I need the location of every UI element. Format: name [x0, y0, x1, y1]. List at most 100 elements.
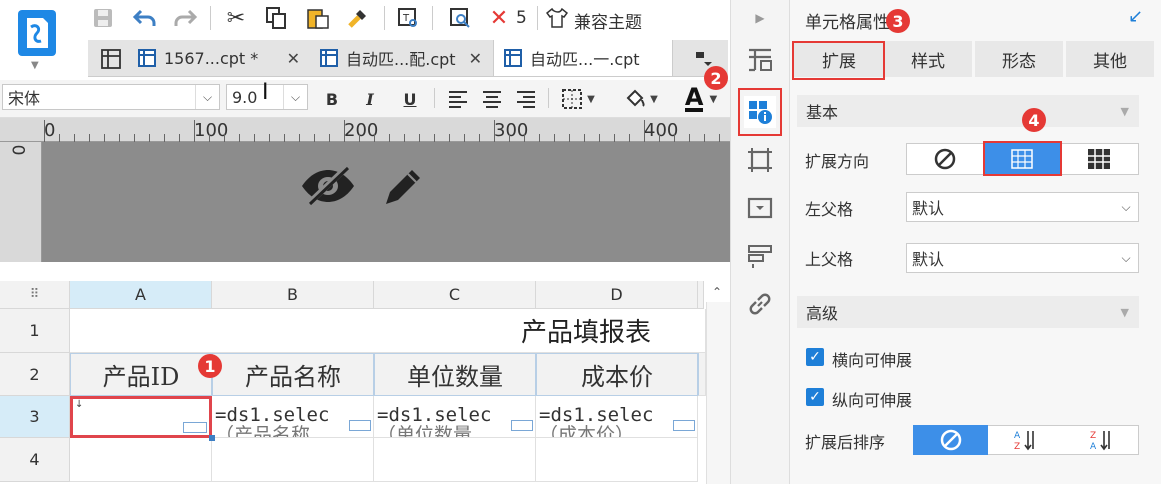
- header-cell-overflow[interactable]: [698, 353, 706, 396]
- align-center-icon[interactable]: [478, 86, 506, 112]
- align-left-icon[interactable]: [444, 86, 472, 112]
- select-all-corner[interactable]: ⠿: [0, 281, 70, 309]
- paste-icon[interactable]: [302, 4, 334, 32]
- section-advanced[interactable]: 高级 ▼: [797, 296, 1139, 328]
- collapse-chevron-icon[interactable]: ▼: [1121, 105, 1129, 118]
- collapse-chevron-icon[interactable]: ▼: [1121, 306, 1129, 319]
- tab-form[interactable]: 形态: [975, 41, 1063, 77]
- vertical-scrollbar[interactable]: [706, 302, 730, 484]
- no-expand-icon: [934, 148, 956, 170]
- ruler-tick: [134, 134, 135, 142]
- svg-text:A: A: [1014, 431, 1021, 441]
- error-close-icon[interactable]: ✕: [486, 4, 512, 32]
- column-header-d[interactable]: D: [536, 281, 698, 309]
- tab-style[interactable]: 样式: [884, 41, 972, 77]
- hide-eye-icon[interactable]: [300, 165, 356, 210]
- theme-shirt-icon[interactable]: [543, 4, 571, 32]
- expand-none-option[interactable]: [906, 143, 984, 175]
- border-icon[interactable]: ▼: [556, 86, 600, 112]
- tab-file-1[interactable]: 1567...cpt * ✕: [128, 40, 308, 76]
- tab-file-3-active[interactable]: 自动匹...一.cpt: [493, 40, 673, 76]
- sort-none-option[interactable]: [913, 425, 988, 455]
- close-icon[interactable]: ✕: [469, 49, 482, 68]
- upper-parent-select[interactable]: 默认 ⌵: [906, 243, 1139, 273]
- fill-color-icon[interactable]: ▼: [618, 86, 664, 112]
- condition-attribute-icon[interactable]: [746, 242, 774, 270]
- cell-b4[interactable]: [212, 438, 374, 482]
- save-icon[interactable]: [88, 4, 118, 32]
- selection-handle[interactable]: [209, 435, 215, 441]
- chevron-down-icon[interactable]: ⌵: [283, 85, 307, 109]
- ruler-tick: [59, 134, 60, 142]
- widget-setting-icon[interactable]: [746, 194, 774, 222]
- formula-cell-c3[interactable]: =ds1.selec （单位数量: [374, 396, 536, 438]
- header-cell-product-id[interactable]: 产品ID: [70, 353, 212, 396]
- chevron-down-icon[interactable]: ⌵: [1114, 193, 1138, 221]
- new-template-icon[interactable]: [98, 46, 124, 72]
- cell-d4[interactable]: [536, 438, 698, 482]
- tab-other[interactable]: 其他: [1066, 41, 1154, 77]
- formula-cell-d3[interactable]: =ds1.selec （成本价）: [536, 396, 698, 438]
- chevron-down-icon[interactable]: ⌵: [1114, 244, 1138, 272]
- sort-descending-option[interactable]: ZA: [1064, 425, 1139, 455]
- copy-icon[interactable]: [260, 4, 292, 32]
- bold-button[interactable]: B: [318, 86, 346, 112]
- step-badge-3: 3: [886, 9, 910, 33]
- close-icon[interactable]: ✕: [287, 49, 300, 68]
- tab-file-2[interactable]: 自动匹...配.cpt ✕: [310, 40, 490, 76]
- chevron-down-icon[interactable]: ⌵: [195, 85, 219, 109]
- design-canvas: [0, 142, 730, 262]
- left-parent-select[interactable]: 默认 ⌵: [906, 192, 1139, 222]
- cell-element-icon[interactable]: [746, 146, 774, 174]
- row-header-1[interactable]: 1: [0, 309, 70, 353]
- preview-icon[interactable]: [444, 4, 476, 32]
- scroll-up-icon[interactable]: ⌃: [706, 282, 728, 302]
- redo-icon[interactable]: [168, 4, 202, 32]
- logo-dropdown-icon[interactable]: ▼: [31, 60, 39, 71]
- column-header-e[interactable]: [698, 281, 704, 309]
- section-basic[interactable]: 基本 ▼: [797, 95, 1139, 127]
- title-cell[interactable]: 产品填报表: [70, 309, 706, 353]
- row-header-4[interactable]: 4: [0, 438, 70, 482]
- tab-label: 1567...cpt *: [164, 48, 259, 68]
- compat-theme-button[interactable]: 兼容主题: [574, 8, 642, 33]
- ruler-tick: [419, 134, 420, 142]
- cell-c4[interactable]: [374, 438, 536, 482]
- column-header-c[interactable]: C: [374, 281, 536, 309]
- font-family-select[interactable]: 宋体 ⌵: [2, 84, 220, 110]
- template-structure-icon[interactable]: [746, 46, 774, 74]
- collapse-arrow-icon[interactable]: ▶: [746, 4, 774, 32]
- row-header-2[interactable]: 2: [0, 353, 70, 396]
- horizontal-expand-checkbox[interactable]: ✓: [806, 348, 824, 366]
- underline-button[interactable]: U: [396, 86, 424, 112]
- tab-label: 自动匹...一.cpt: [530, 50, 640, 69]
- selected-cell-a3[interactable]: ↓: [70, 396, 212, 438]
- header-cell-product-name[interactable]: 产品名称: [212, 353, 374, 396]
- vertical-ruler-label: 0: [7, 144, 28, 156]
- widget-marker: [183, 422, 207, 433]
- header-cell-cost[interactable]: 成本价: [536, 353, 698, 396]
- dock-arrow-icon[interactable]: ↙: [1128, 6, 1143, 27]
- app-logo-icon[interactable]: [18, 10, 56, 56]
- column-header-a[interactable]: A: [70, 281, 212, 309]
- expand-horizontal-option[interactable]: [1060, 143, 1138, 175]
- ruler-tick: [719, 134, 720, 142]
- row-header-3[interactable]: 3: [0, 396, 70, 438]
- text-cursor-icon: I: [262, 80, 269, 105]
- cut-icon[interactable]: ✂: [220, 4, 252, 32]
- align-right-icon[interactable]: [512, 86, 540, 112]
- italic-button[interactable]: I: [356, 86, 384, 112]
- format-painter-icon[interactable]: [342, 4, 374, 32]
- text-search-icon[interactable]: T: [392, 4, 424, 32]
- vertical-expand-checkbox[interactable]: ✓: [806, 388, 824, 406]
- formula-cell-b3[interactable]: =ds1.selec （产品名称: [212, 396, 374, 438]
- cell-a4[interactable]: [70, 438, 212, 482]
- edit-pencil-icon[interactable]: [378, 164, 426, 216]
- header-cell-unit-qty[interactable]: 单位数量: [374, 353, 536, 396]
- section-advanced-label: 高级: [806, 304, 839, 323]
- sort-ascending-option[interactable]: AZ: [988, 425, 1064, 455]
- column-header-b[interactable]: B: [212, 281, 374, 309]
- undo-icon[interactable]: [128, 4, 162, 32]
- expand-direction-label: 扩展方向: [805, 152, 870, 171]
- hyperlink-icon[interactable]: [746, 290, 774, 318]
